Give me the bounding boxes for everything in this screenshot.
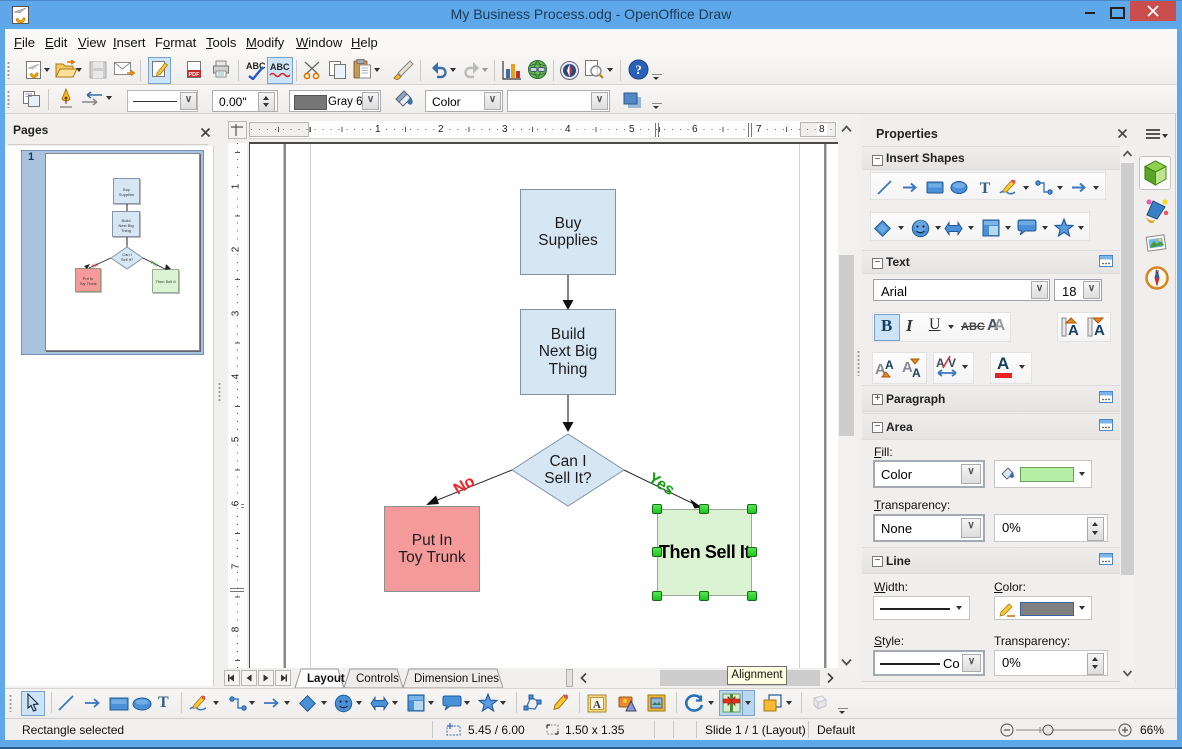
svg-text:N: N (1155, 270, 1159, 276)
svg-text:A: A (912, 366, 921, 380)
svg-text:Layout: Layout (307, 673, 345, 685)
svg-text:A: A (1094, 322, 1105, 338)
svg-text:A: A (885, 358, 894, 372)
svg-text:No: No (91, 262, 100, 270)
svg-text:Controls: Controls (356, 673, 399, 685)
svg-text:A: A (1068, 322, 1079, 338)
svg-text:Sell It?: Sell It? (121, 257, 134, 262)
svg-text:?: ? (635, 62, 642, 77)
svg-text:ABC: ABC (246, 61, 266, 71)
svg-text:ABC: ABC (270, 62, 290, 72)
svg-text:Dimension Lines: Dimension Lines (414, 673, 499, 685)
svg-text:A: A (593, 699, 601, 711)
svg-text:PDF: PDF (189, 72, 201, 78)
svg-text:Yes: Yes (149, 259, 159, 268)
svg-text:T: T (980, 180, 991, 196)
